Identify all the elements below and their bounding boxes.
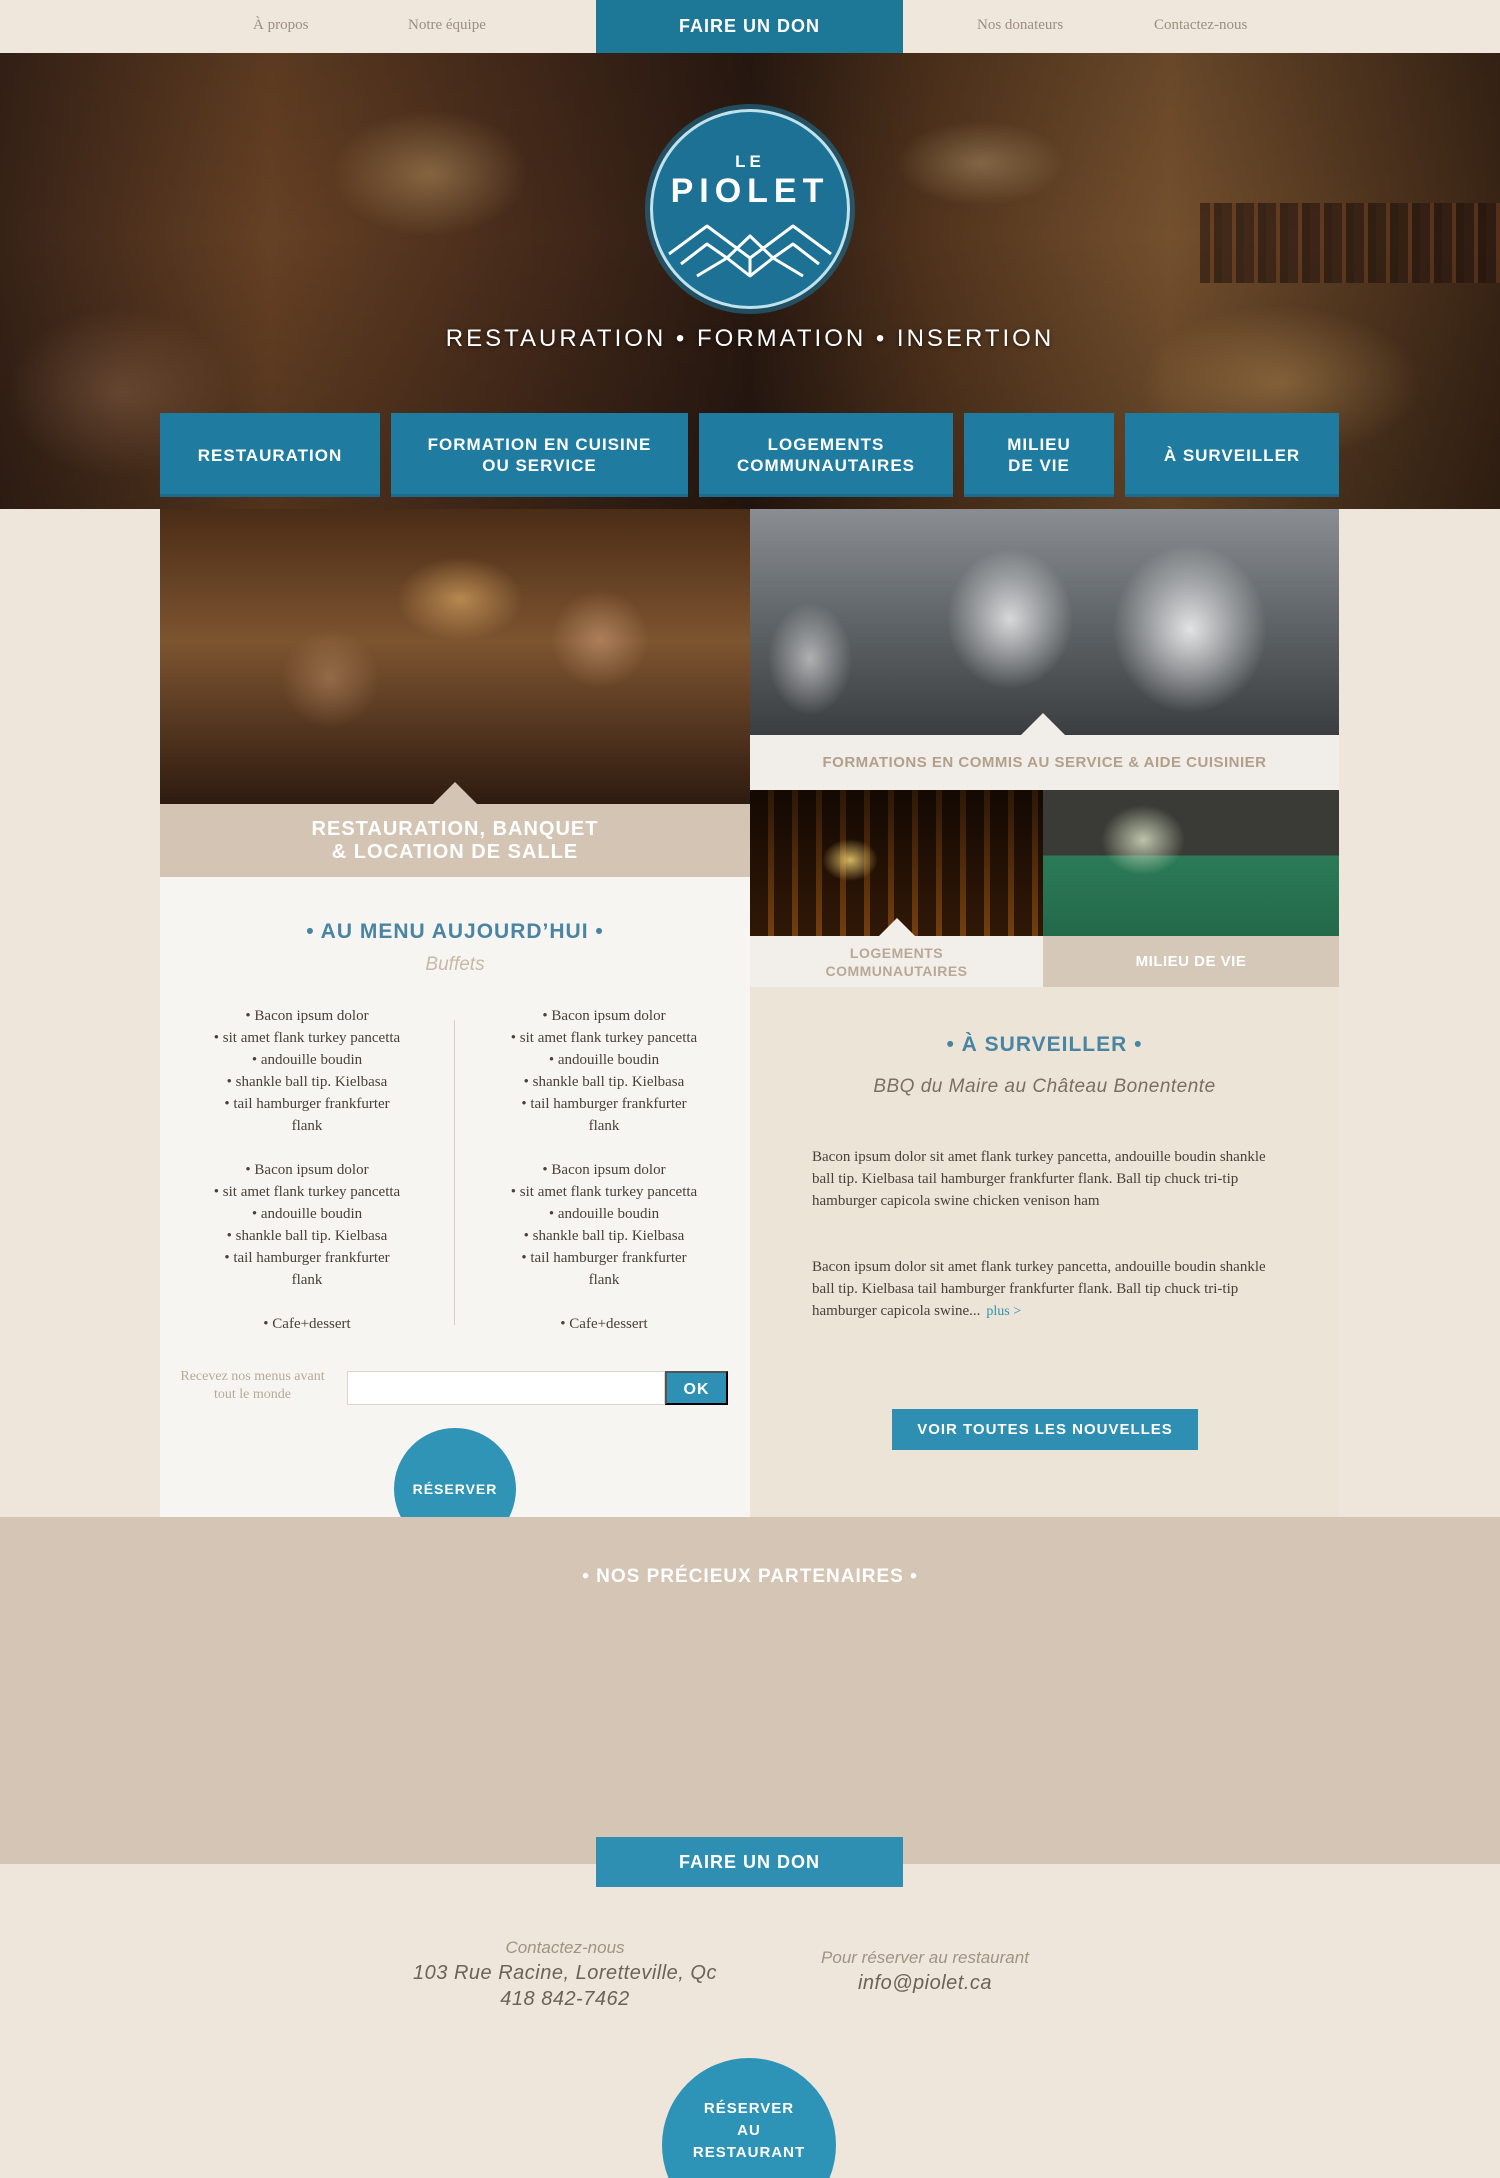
housing-photo[interactable] <box>750 790 1043 936</box>
nav-link-about[interactable]: À propos <box>253 17 308 34</box>
main-nav-formation[interactable]: FORMATION EN CUISINE OU SERVICE <box>391 413 688 497</box>
main-nav-logements[interactable]: LOGEMENTS COMMUNAUTAIRES <box>699 413 953 497</box>
contact-email-link[interactable]: info@piolet.ca <box>780 1972 1070 1995</box>
news-paragraph: Bacon ipsum dolor sit amet flank turkey … <box>812 1256 1272 1323</box>
mountains-icon <box>668 224 832 278</box>
main-nav-label: À SURVEILLER <box>1163 445 1301 465</box>
main-nav-label: LOGEMENTS COMMUNAUTAIRES <box>736 435 915 475</box>
all-news-button[interactable]: VOIR TOUTES LES NOUVELLES <box>892 1409 1198 1450</box>
contact-address: 103 Rue Racine, Loretteville, Qc <box>413 1962 717 1984</box>
news-subtitle: BBQ du Maire au Château Bonentente <box>873 1076 1216 1097</box>
nav-link-contact[interactable]: Contactez-nous <box>1154 17 1247 34</box>
menu-group: • Bacon ipsum dolor • sit amet flank turk… <box>213 1162 401 1288</box>
community-life-photo[interactable] <box>1043 790 1339 936</box>
restaurant-block-link[interactable]: RESTAURATION, BANQUET & LOCATION DE SALL… <box>160 804 750 877</box>
donate-button-footer[interactable]: FAIRE UN DON <box>596 1837 903 1887</box>
restaurant-photo[interactable] <box>160 509 750 804</box>
reserve-email-label: Pour réserver au restaurant <box>821 1948 1029 1967</box>
main-nav-surveiller[interactable]: À SURVEILLER <box>1125 413 1339 497</box>
news-paragraph: Bacon ipsum dolor sit amet flank turkey … <box>812 1149 1266 1209</box>
menu-group: • Bacon ipsum dolor • sit amet flank turk… <box>510 1008 698 1134</box>
notch-decoration <box>433 782 477 804</box>
menu-group: • Bacon ipsum dolor • sit amet flank turk… <box>213 1008 401 1134</box>
chefs-photo[interactable] <box>750 509 1339 735</box>
menu-dessert: • Cafe+dessert <box>560 1316 648 1332</box>
restaurant-block-label-line2: & LOCATION DE SALLE <box>331 841 579 863</box>
reserve-restaurant-button[interactable]: RÉSERVER AU RESTAURANT <box>662 2058 836 2178</box>
top-nav: À propos Notre équipe FAIRE UN DON Nos d… <box>0 0 1500 53</box>
contact-label: Contactez-nous <box>505 1938 625 1957</box>
housing-block-label-line1: LOGEMENTS <box>849 945 944 961</box>
notch-decoration <box>879 918 915 936</box>
logo-le-text: LE <box>735 152 765 171</box>
restaurant-block-label-line1: RESTAURATION, BANQUET <box>311 818 599 840</box>
housing-block-link[interactable]: LOGEMENTS COMMUNAUTAIRES <box>750 936 1043 987</box>
menu-subtitle: Buffets <box>425 954 485 975</box>
contact-phone[interactable]: 418 842-7462 <box>400 1988 730 2011</box>
hero-banner: LE PIOLET RESTAURATION • FORMATION • INS… <box>0 53 1500 509</box>
menu-divider <box>454 1020 455 1325</box>
formation-block-link[interactable]: FORMATIONS EN COMMIS AU SERVICE & AIDE C… <box>750 735 1339 790</box>
menu-column-left: • Bacon ipsum dolor • sit amet flank turk… <box>177 1005 437 1335</box>
news-more-link[interactable]: plus > <box>986 1304 1021 1319</box>
menu-title: • AU MENU AUJOURD’HUI • <box>306 920 604 943</box>
logo-name-text: PIOLET <box>670 172 830 210</box>
news-title: • À SURVEILLER • <box>946 1033 1143 1056</box>
main-nav-label: RESTAURATION <box>197 445 343 465</box>
notch-decoration <box>1021 713 1065 735</box>
housing-block-label-line2: COMMUNAUTAIRES <box>825 963 968 979</box>
community-life-block-link[interactable]: MILIEU DE VIE <box>1043 936 1339 987</box>
menu-column-right: • Bacon ipsum dolor • sit amet flank turk… <box>474 1005 734 1335</box>
main-nav-milieu[interactable]: MILIEU DE VIE <box>964 413 1114 497</box>
newsletter-submit-button[interactable]: OK <box>665 1371 728 1405</box>
partners-title: • NOS PRÉCIEUX PARTENAIRES • <box>582 1566 918 1587</box>
newsletter-label: Recevez nos menus avant tout le monde <box>180 1369 325 1402</box>
piolet-logo[interactable]: LE PIOLET <box>650 109 850 309</box>
news-paragraph-text: Bacon ipsum dolor sit amet flank turkey … <box>812 1259 1266 1319</box>
menu-group: • Bacon ipsum dolor • sit amet flank turk… <box>510 1162 698 1288</box>
main-nav-label: FORMATION EN CUISINE OU SERVICE <box>427 435 652 475</box>
hero-tagline: RESTAURATION • FORMATION • INSERTION <box>445 325 1055 352</box>
nav-link-team[interactable]: Notre équipe <box>408 17 486 34</box>
main-nav-restauration[interactable]: RESTAURATION <box>160 413 380 497</box>
menu-dessert: • Cafe+dessert <box>263 1316 351 1332</box>
nav-link-donors[interactable]: Nos donateurs <box>977 17 1063 34</box>
donate-button[interactable]: FAIRE UN DON <box>596 0 903 53</box>
newsletter-email-input[interactable] <box>347 1371 665 1405</box>
main-nav-label: MILIEU DE VIE <box>1007 435 1071 475</box>
